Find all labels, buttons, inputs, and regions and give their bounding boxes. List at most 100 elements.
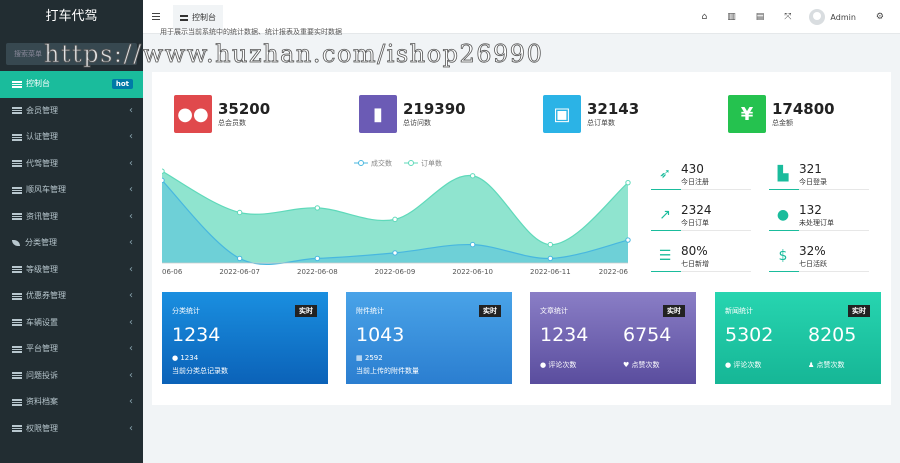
kpi-item: ➶ 430 今日注册 bbox=[651, 156, 761, 198]
data-point[interactable] bbox=[469, 241, 476, 248]
sidebar-item-label: 会员管理 bbox=[26, 105, 58, 115]
fullscreen-icon[interactable]: ⤧ bbox=[784, 12, 791, 22]
stat-label: 总订单数 bbox=[587, 118, 615, 127]
sidebar-item[interactable]: 车辆设置 ‹ bbox=[0, 310, 143, 337]
kpi-item: ● 132 未处理订单 bbox=[769, 197, 879, 239]
watermark: https://www.huzhan.com/ishop26990 bbox=[44, 40, 544, 69]
card-sub-value: ▦ 2592 bbox=[356, 354, 383, 362]
stat-value: 32143 bbox=[587, 99, 640, 118]
list-icon: ☰ bbox=[658, 248, 672, 264]
legend-item[interactable]: 订单数 bbox=[404, 159, 442, 168]
language-icon[interactable]: ▤ bbox=[756, 12, 765, 22]
sidebar-menu: 控制台 hot 会员管理 ‹ 认证管理 ‹ 代驾管理 ‹ 顺风车管理 ‹ 资讯管理 ‹ 分类管理 ‹ 等级管… bbox=[0, 71, 143, 442]
sidebar-item-label: 优惠券管理 bbox=[26, 291, 66, 300]
sidebar-item[interactable]: 问题投诉 ‹ bbox=[0, 363, 143, 390]
sidebar-item[interactable]: 会员管理 ‹ bbox=[0, 98, 143, 125]
list-icon bbox=[12, 160, 22, 168]
stat-value: 219390 bbox=[403, 99, 466, 118]
x-tick-label: 2022-06-09 bbox=[375, 268, 416, 276]
users-icon: ● bbox=[776, 207, 790, 223]
x-tick-label: 06-06 bbox=[162, 268, 183, 276]
kpi-value: 80% bbox=[681, 244, 708, 258]
trash-icon[interactable]: ▥ bbox=[727, 12, 736, 22]
sidebar-item[interactable]: 代驾管理 ‹ bbox=[0, 151, 143, 178]
stat-widget: ●● 35200 总会员数 bbox=[174, 94, 270, 134]
app-title: 打车代驾 bbox=[0, 0, 143, 34]
kpi-value: 321 bbox=[799, 162, 822, 176]
sidebar-item[interactable]: 认证管理 ‹ bbox=[0, 124, 143, 151]
x-tick-label: 2022-06-11 bbox=[530, 268, 571, 276]
sidebar-item[interactable]: 资讯管理 ‹ bbox=[0, 204, 143, 231]
data-point[interactable] bbox=[392, 216, 398, 223]
card-sub-label: 当前分类总记录数 bbox=[172, 367, 228, 375]
sidebar-item[interactable]: 平台管理 ‹ bbox=[0, 336, 143, 363]
sidebar-item-label: 权限管理 bbox=[26, 423, 58, 433]
x-tick-label: 2022-06 bbox=[599, 268, 629, 276]
sidebar-item-label: 控制台 bbox=[26, 79, 50, 88]
kpi-label: 今日注册 bbox=[681, 178, 709, 186]
sidebar: 打车代驾 搜索菜单 控制台 hot 会员管理 ‹ 认证管理 ‹ 代驾管理 ‹ 顺风车管理 ‹ 资讯管… bbox=[0, 0, 143, 463]
trend-chart: 06-06 2022-06-07 2022-06-08 2022-06-09 2022-… bbox=[162, 159, 631, 276]
data-point[interactable] bbox=[314, 255, 321, 262]
tab-console-label: 控制台 bbox=[192, 13, 216, 22]
list-icon bbox=[12, 80, 22, 88]
avatar[interactable] bbox=[809, 9, 826, 25]
sidebar-item[interactable]: 权限管理 ‹ bbox=[0, 416, 143, 443]
card-value-1: 5302 bbox=[725, 324, 774, 346]
x-tick-label: 2022-06-07 bbox=[219, 268, 260, 276]
legend-item[interactable]: 成交数 bbox=[354, 159, 392, 168]
menu-toggle-icon[interactable] bbox=[152, 13, 160, 20]
home-icon[interactable]: ⌂ bbox=[701, 12, 707, 22]
user-name[interactable]: Admin bbox=[830, 13, 856, 22]
stat-label: 总金额 bbox=[772, 118, 793, 127]
kpi-value: 132 bbox=[799, 203, 822, 217]
page-notice: 用于展示当前系统中的统计数据、统计报表及重要实时数据 bbox=[160, 28, 342, 36]
category-stats-card: 分类统计 实时 1234 ● 1234 当前分类总记录数 bbox=[162, 292, 328, 384]
list-icon bbox=[12, 425, 22, 433]
sidebar-item[interactable]: 资料档案 ‹ bbox=[0, 389, 143, 416]
hot-badge: hot bbox=[111, 79, 133, 89]
data-point[interactable] bbox=[625, 179, 631, 186]
realtime-badge: 实时 bbox=[295, 305, 317, 317]
data-point[interactable] bbox=[392, 250, 398, 256]
heart-icon: ♥ bbox=[623, 361, 630, 369]
data-point[interactable] bbox=[236, 255, 243, 262]
data-point[interactable] bbox=[469, 173, 476, 179]
sidebar-item-label: 代驾管理 bbox=[26, 158, 58, 168]
sidebar-item-label: 顺风车管理 bbox=[26, 185, 66, 194]
card-value: 1043 bbox=[356, 324, 405, 346]
kpi-label: 今日订单 bbox=[681, 219, 709, 227]
sidebar-item-label: 平台管理 bbox=[26, 344, 58, 353]
sidebar-item-label: 问题投诉 bbox=[26, 370, 58, 380]
data-point[interactable] bbox=[162, 168, 165, 174]
user-icon: ♟ bbox=[808, 361, 815, 369]
sidebar-item[interactable]: 分类管理 ‹ bbox=[0, 230, 143, 257]
chevron-left-icon: ‹ bbox=[129, 290, 133, 301]
chevron-left-icon: ‹ bbox=[129, 369, 133, 381]
sidebar-item[interactable]: 控制台 hot bbox=[0, 71, 143, 98]
list-icon bbox=[12, 372, 22, 380]
users-icon: ●● bbox=[174, 95, 212, 133]
sidebar-item[interactable]: 等级管理 ‹ bbox=[0, 257, 143, 284]
sidebar-item[interactable]: 优惠券管理 ‹ bbox=[0, 283, 143, 310]
data-point[interactable] bbox=[162, 177, 165, 184]
sidebar-item[interactable]: 顺风车管理 ‹ bbox=[0, 177, 143, 204]
sidebar-item-label: 资讯管理 bbox=[26, 211, 58, 221]
stat-value: 174800 bbox=[772, 99, 835, 118]
data-point[interactable] bbox=[547, 241, 554, 248]
data-point[interactable] bbox=[236, 209, 243, 216]
gear-icon[interactable]: ⚙ bbox=[876, 12, 884, 22]
card-sub-label: 当前上传的附件数量 bbox=[356, 367, 419, 375]
data-point[interactable] bbox=[314, 205, 321, 211]
kpi-label: 七日新增 bbox=[681, 260, 709, 268]
chart-line-icon: ↗ bbox=[659, 207, 671, 223]
comment-icon: ● bbox=[725, 361, 732, 369]
list-icon bbox=[12, 186, 22, 194]
data-point[interactable] bbox=[547, 255, 554, 262]
chevron-left-icon: ‹ bbox=[129, 131, 133, 142]
list-icon bbox=[12, 319, 22, 327]
list-icon bbox=[12, 266, 22, 274]
sidebar-item-label: 分类管理 bbox=[25, 238, 57, 247]
stat-widget: ▮ 219390 总访问数 bbox=[359, 94, 466, 134]
data-point[interactable] bbox=[625, 237, 631, 243]
